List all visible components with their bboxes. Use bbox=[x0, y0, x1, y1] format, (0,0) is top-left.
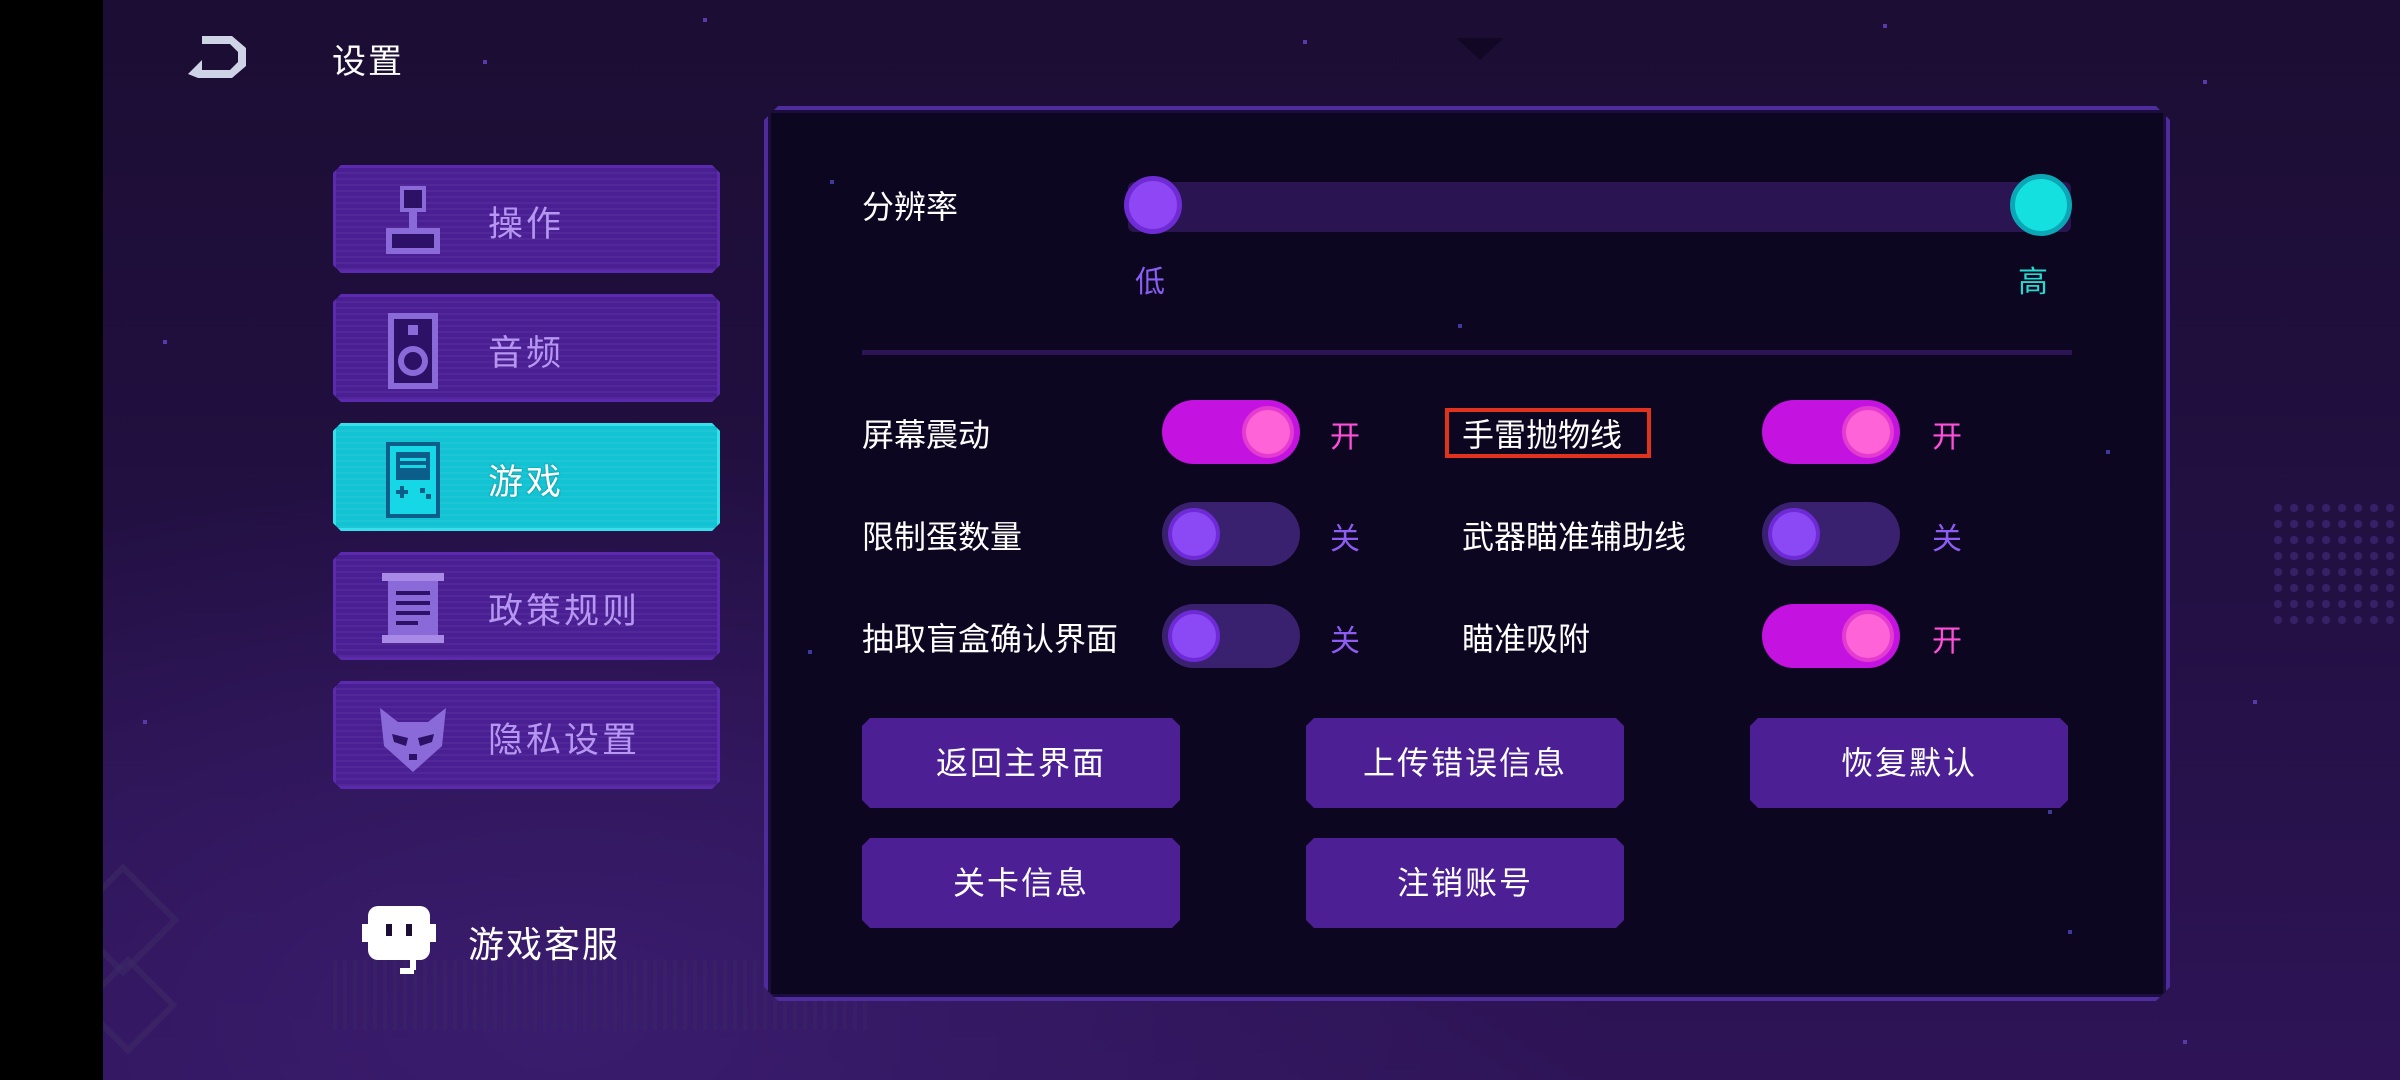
resolution-low-label: 低 bbox=[1135, 265, 1165, 300]
sidebar-item-label: 游戏 bbox=[488, 463, 565, 503]
cancel-account-button[interactable]: 注销账号 bbox=[1306, 838, 1624, 928]
toggle-knob bbox=[1842, 610, 1894, 662]
sidebar-item-game[interactable]: 游戏 bbox=[333, 423, 720, 531]
screen-shake-state: 开 bbox=[1330, 420, 1360, 455]
resolution-label: 分辨率 bbox=[862, 188, 959, 226]
scroll-icon bbox=[378, 569, 448, 649]
limit-egg-toggle[interactable] bbox=[1162, 502, 1300, 566]
back-arrow-icon bbox=[188, 36, 246, 78]
sidebar-item-label: 操作 bbox=[488, 205, 565, 245]
aim-snap-toggle[interactable] bbox=[1762, 604, 1900, 668]
support-bot-icon bbox=[362, 906, 436, 974]
resolution-slider-high-handle[interactable] bbox=[2010, 174, 2072, 236]
resolution-high-label: 高 bbox=[2018, 265, 2048, 300]
decorative-ring bbox=[103, 863, 180, 977]
toggle-knob bbox=[1768, 508, 1820, 560]
sidebar-item-label: 音频 bbox=[488, 334, 565, 374]
grenade-arc-state: 开 bbox=[1932, 420, 1962, 455]
decorative-notch bbox=[1456, 38, 1504, 60]
aim-assist-line-state: 关 bbox=[1932, 522, 1962, 557]
screen: 设置 操作 音频 游戏 政策规则 隐私设置 游戏客服 分辨率 低 高 屏幕震动 … bbox=[0, 0, 2400, 1080]
support-button[interactable]: 游戏客服 bbox=[362, 898, 662, 978]
decorative-ring bbox=[103, 955, 178, 1055]
sidebar-item-controls[interactable]: 操作 bbox=[333, 165, 720, 273]
level-info-button[interactable]: 关卡信息 bbox=[862, 838, 1180, 928]
blind-box-confirm-state: 关 bbox=[1330, 624, 1360, 659]
sidebar-item-label: 政策规则 bbox=[488, 592, 641, 632]
toggle-knob bbox=[1168, 508, 1220, 560]
joystick-icon bbox=[378, 182, 448, 262]
limit-egg-label: 限制蛋数量 bbox=[862, 518, 1023, 556]
aim-snap-label: 瞄准吸附 bbox=[1462, 620, 1591, 658]
decorative-dot-grid bbox=[2270, 500, 2400, 630]
page-title: 设置 bbox=[332, 42, 404, 82]
upload-error-button[interactable]: 上传错误信息 bbox=[1306, 718, 1624, 808]
button-label: 恢复默认 bbox=[1840, 744, 1977, 782]
toggle-knob bbox=[1842, 406, 1894, 458]
toggle-knob bbox=[1242, 406, 1294, 458]
resolution-slider-low-handle[interactable] bbox=[1124, 176, 1182, 234]
toggle-knob bbox=[1168, 610, 1220, 662]
section-divider bbox=[862, 350, 2072, 355]
aim-snap-state: 开 bbox=[1932, 624, 1962, 659]
grenade-arc-label: 手雷抛物线 bbox=[1462, 416, 1623, 454]
limit-egg-state: 关 bbox=[1330, 522, 1360, 557]
blind-box-confirm-toggle[interactable] bbox=[1162, 604, 1300, 668]
button-label: 上传错误信息 bbox=[1362, 744, 1567, 782]
resolution-slider-track[interactable] bbox=[1128, 182, 2071, 232]
sidebar-item-label: 隐私设置 bbox=[488, 721, 641, 761]
support-label: 游戏客服 bbox=[468, 925, 621, 966]
gameboy-icon bbox=[378, 440, 448, 520]
button-label: 注销账号 bbox=[1396, 864, 1533, 902]
sidebar-item-privacy[interactable]: 隐私设置 bbox=[333, 681, 720, 789]
fox-mask-icon bbox=[378, 698, 448, 778]
blind-box-confirm-label: 抽取盲盒确认界面 bbox=[862, 620, 1119, 658]
button-label: 返回主界面 bbox=[935, 744, 1106, 782]
sidebar-item-audio[interactable]: 音频 bbox=[333, 294, 720, 402]
restore-default-button[interactable]: 恢复默认 bbox=[1750, 718, 2068, 808]
speaker-icon bbox=[378, 311, 448, 391]
aim-assist-line-label: 武器瞄准辅助线 bbox=[1462, 518, 1687, 556]
grenade-arc-toggle[interactable] bbox=[1762, 400, 1900, 464]
back-button[interactable] bbox=[188, 36, 254, 78]
sidebar-item-policy[interactable]: 政策规则 bbox=[333, 552, 720, 660]
button-label: 关卡信息 bbox=[952, 864, 1089, 902]
screen-shake-toggle[interactable] bbox=[1162, 400, 1300, 464]
aim-assist-line-toggle[interactable] bbox=[1762, 502, 1900, 566]
return-main-button[interactable]: 返回主界面 bbox=[862, 718, 1180, 808]
screen-shake-label: 屏幕震动 bbox=[862, 416, 991, 454]
